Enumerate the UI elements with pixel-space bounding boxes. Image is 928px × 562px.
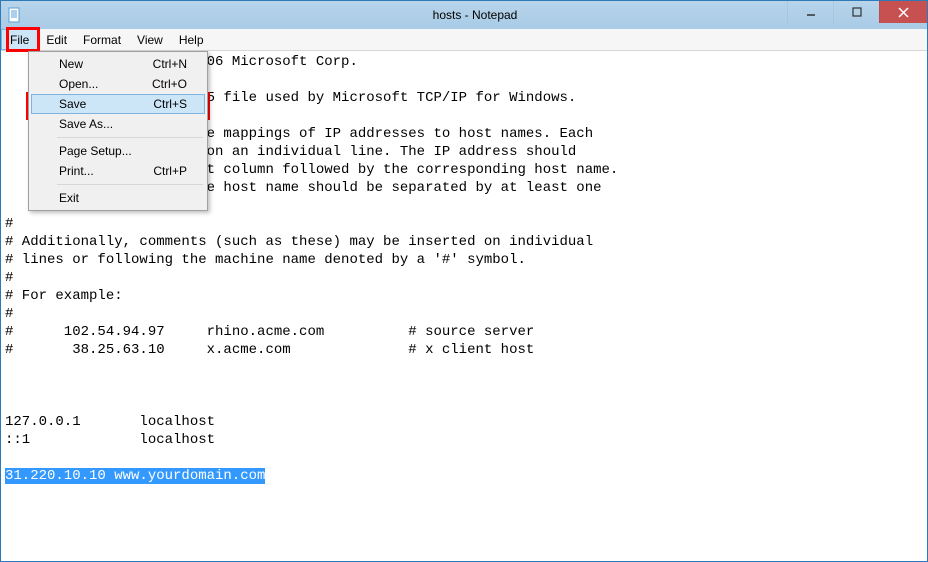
menu-item-shortcut: Ctrl+P	[153, 164, 187, 178]
menu-item-exit[interactable]: Exit	[31, 188, 205, 208]
menu-item-saveas[interactable]: Save As...	[31, 114, 205, 134]
menu-item-label: Print...	[59, 164, 94, 178]
notepad-icon	[7, 7, 23, 23]
text-line: # 38.25.63.10 x.acme.com # x client host	[5, 342, 534, 358]
menu-edit[interactable]: Edit	[38, 29, 75, 50]
menu-item-label: Exit	[59, 191, 79, 205]
menu-item-shortcut: Ctrl+S	[153, 97, 187, 111]
text-line: #	[5, 270, 13, 286]
text-line: # lines or following the machine name de…	[5, 252, 526, 268]
menu-view[interactable]: View	[129, 29, 171, 50]
menu-item-label: New	[59, 57, 83, 71]
text-line: 127.0.0.1 localhost	[5, 414, 215, 430]
menu-item-save[interactable]: Save Ctrl+S	[31, 94, 205, 114]
minimize-button[interactable]	[787, 1, 833, 23]
text-line: ::1 localhost	[5, 432, 215, 448]
menu-help[interactable]: Help	[171, 29, 212, 50]
text-line: # Additionally, comments (such as these)…	[5, 234, 593, 250]
selected-text: 31.220.10.10 www.yourdomain.com	[5, 468, 265, 484]
titlebar: hosts - Notepad	[1, 1, 927, 29]
close-button[interactable]	[879, 1, 927, 23]
menu-file[interactable]: File	[1, 29, 38, 50]
text-line: #	[5, 216, 13, 232]
text-line: # For example:	[5, 288, 123, 304]
menu-item-open[interactable]: Open... Ctrl+O	[31, 74, 205, 94]
maximize-button[interactable]	[833, 1, 879, 23]
window-controls	[787, 1, 927, 23]
menu-item-new[interactable]: New Ctrl+N	[31, 54, 205, 74]
menu-item-label: Save As...	[59, 117, 113, 131]
text-line: #	[5, 306, 13, 322]
text-line: # 102.54.94.97 rhino.acme.com # source s…	[5, 324, 534, 340]
menu-item-label: Page Setup...	[59, 144, 132, 158]
menu-item-print[interactable]: Print... Ctrl+P	[31, 161, 205, 181]
menu-item-shortcut: Ctrl+N	[153, 57, 187, 71]
menubar: File Edit Format View Help	[1, 29, 927, 51]
menu-format[interactable]: Format	[75, 29, 129, 50]
notepad-window: hosts - Notepad File Edit Format View He…	[0, 0, 928, 562]
file-menu-dropdown: New Ctrl+N Open... Ctrl+O Save Ctrl+S Sa…	[28, 51, 208, 211]
menu-item-shortcut: Ctrl+O	[152, 77, 187, 91]
menu-item-pagesetup[interactable]: Page Setup...	[31, 141, 205, 161]
menu-item-label: Save	[59, 97, 86, 111]
menu-separator	[57, 184, 203, 185]
menu-separator	[57, 137, 203, 138]
menu-item-label: Open...	[59, 77, 98, 91]
